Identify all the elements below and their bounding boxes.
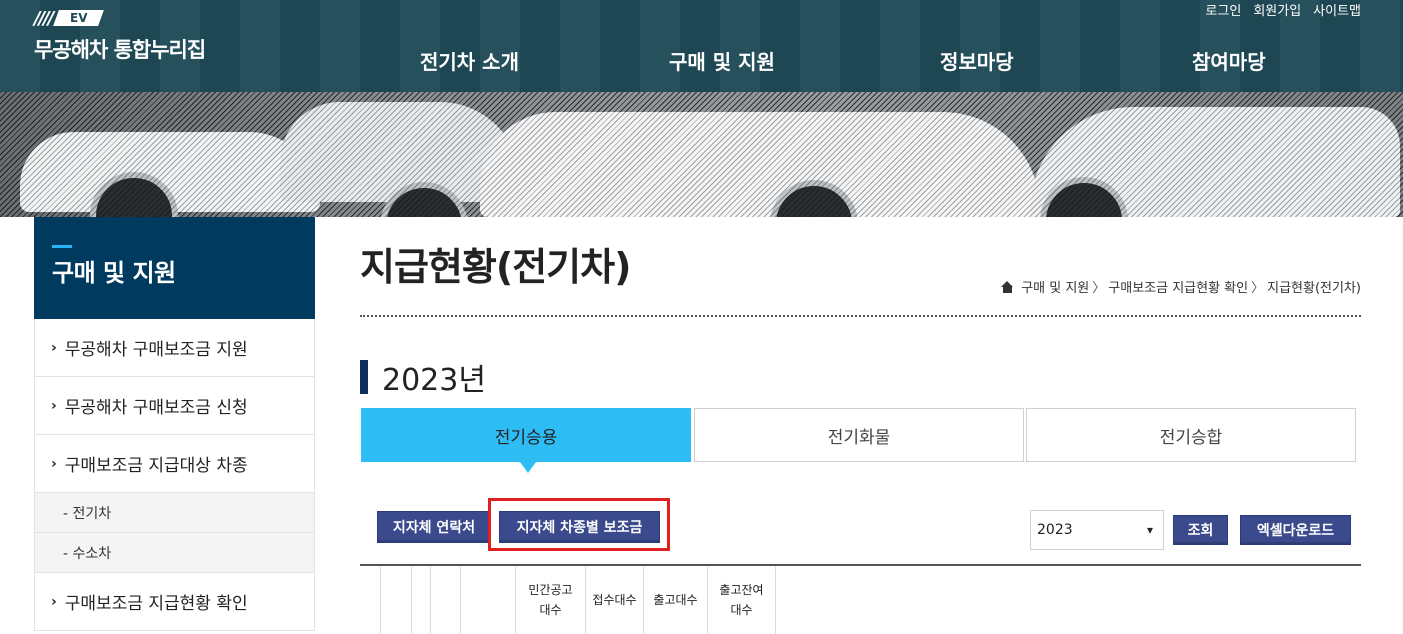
tab-ev-truck[interactable]: 전기화물 bbox=[694, 408, 1024, 462]
logo-ev-text: EV bbox=[70, 11, 88, 25]
logo-slashes: //// bbox=[34, 7, 54, 29]
sidebar-item-subsidy-apply[interactable]: › 무공해차 구매보조금 신청 bbox=[34, 377, 315, 435]
chevron-right-icon: › bbox=[51, 455, 57, 472]
utility-menu: 로그인 회원가입 사이트맵 bbox=[1205, 0, 1361, 19]
login-link[interactable]: 로그인 bbox=[1205, 0, 1241, 19]
page-title: 지급현황(전기차) bbox=[360, 245, 631, 289]
chevron-down-icon: ▾ bbox=[1146, 523, 1153, 537]
year-heading-text: 2023년 bbox=[382, 363, 486, 398]
nav-purchase-support[interactable]: 구매 및 지원 bbox=[669, 46, 775, 75]
sidebar-item-label: 구매보조금 지급대상 차종 bbox=[64, 456, 248, 476]
sidebar-subitem-ev[interactable]: - 전기차 bbox=[34, 493, 315, 533]
hero-banner bbox=[0, 92, 1403, 217]
sidebar-item-payment-status[interactable]: › 구매보조금 지급현황 확인 bbox=[34, 573, 315, 631]
main-nav: 전기차 소개 구매 및 지원 정보마당 참여마당 bbox=[0, 46, 1403, 76]
chevron-right-icon: › bbox=[51, 593, 57, 610]
table-header-private-notice: 민간공고 대수 bbox=[516, 566, 586, 634]
chevron-right-icon: 〉 bbox=[1251, 281, 1265, 296]
nav-ev-intro[interactable]: 전기차 소개 bbox=[420, 46, 519, 75]
logo-ev-badge: EV bbox=[53, 10, 105, 26]
sidebar-title: 구매 및 지원 bbox=[52, 259, 176, 287]
table-header-cell bbox=[431, 566, 461, 634]
sidebar-header: 구매 및 지원 bbox=[34, 217, 315, 319]
logo-mark: //// EV bbox=[34, 7, 205, 29]
title-divider bbox=[360, 315, 1361, 317]
table-header-cell bbox=[381, 566, 412, 634]
year-select-value: 2023 bbox=[1037, 522, 1073, 538]
chevron-right-icon: › bbox=[51, 397, 57, 414]
excel-download-button[interactable]: 엑셀다운로드 bbox=[1240, 515, 1351, 545]
breadcrumb: 구매 및 지원 〉 구매보조금 지급현황 확인 〉 지급현황(전기차) bbox=[1001, 277, 1361, 296]
sidebar-accent-bar bbox=[52, 245, 72, 248]
sidebar-item-label: 무공해차 구매보조금 신청 bbox=[64, 398, 248, 418]
local-gov-contact-button[interactable]: 지자체 연락처 bbox=[377, 511, 491, 543]
tab-ev-passenger[interactable]: 전기승용 bbox=[361, 408, 691, 462]
sidebar: 구매 및 지원 › 무공해차 구매보조금 지원 › 무공해차 구매보조금 신청 … bbox=[34, 217, 315, 631]
breadcrumb-item[interactable]: 구매보조금 지급현황 확인 bbox=[1108, 277, 1248, 296]
sidebar-item-subsidy-support[interactable]: › 무공해차 구매보조금 지원 bbox=[34, 319, 315, 377]
home-icon[interactable] bbox=[1001, 280, 1014, 293]
sidebar-item-label: 무공해차 구매보조금 지원 bbox=[64, 340, 248, 360]
active-tab-arrow bbox=[520, 462, 536, 473]
chevron-right-icon: 〉 bbox=[1092, 281, 1106, 296]
table-header-received: 접수대수 bbox=[586, 566, 644, 634]
breadcrumb-current: 지급현황(전기차) bbox=[1267, 281, 1361, 296]
sidebar-item-eligible-models[interactable]: › 구매보조금 지급대상 차종 bbox=[34, 435, 315, 493]
highlight-box bbox=[488, 498, 670, 551]
table-header-remaining: 출고잔여 대수 bbox=[708, 566, 776, 634]
year-select[interactable]: 2023 ▾ bbox=[1030, 510, 1164, 550]
table-header-released: 출고대수 bbox=[644, 566, 708, 634]
sidebar-item-label: 구매보조금 지급현황 확인 bbox=[64, 594, 248, 614]
year-heading: 2023년 bbox=[360, 355, 486, 399]
table-header-cell bbox=[360, 566, 381, 634]
nav-participation[interactable]: 참여마당 bbox=[1192, 46, 1266, 75]
signup-link[interactable]: 회원가입 bbox=[1253, 0, 1301, 19]
tab-ev-van[interactable]: 전기승합 bbox=[1026, 408, 1356, 462]
sidebar-subitem-hydrogen[interactable]: - 수소차 bbox=[34, 533, 315, 573]
banner-texture bbox=[0, 92, 1403, 217]
sitemap-link[interactable]: 사이트맵 bbox=[1313, 0, 1361, 19]
table-header-cell bbox=[412, 566, 431, 634]
year-heading-bar bbox=[360, 360, 368, 394]
vehicle-type-tabs: 전기승용 전기화물 전기승합 bbox=[361, 408, 1357, 473]
status-table-header: 민간공고 대수 접수대수 출고대수 출고잔여 대수 bbox=[360, 566, 1361, 634]
chevron-right-icon: › bbox=[51, 339, 57, 356]
site-header: //// EV 무공해차 통합누리집 로그인 회원가입 사이트맵 전기차 소개 … bbox=[0, 0, 1403, 92]
table-header-cell bbox=[461, 566, 516, 634]
breadcrumb-item[interactable]: 구매 및 지원 bbox=[1021, 277, 1089, 296]
search-button[interactable]: 조회 bbox=[1173, 515, 1228, 545]
nav-info[interactable]: 정보마당 bbox=[940, 46, 1014, 75]
